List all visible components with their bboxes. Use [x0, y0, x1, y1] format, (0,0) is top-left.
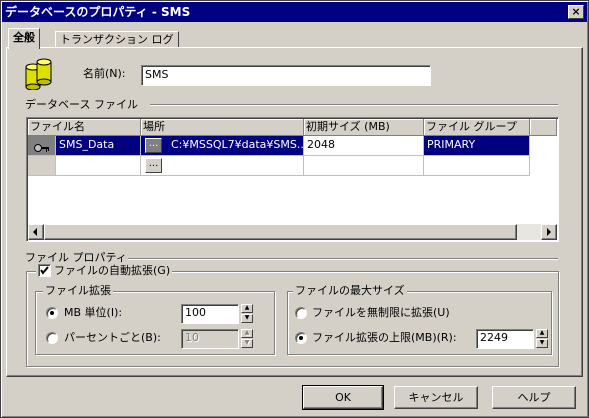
growth-mb-down-icon[interactable]: ▼ — [241, 314, 253, 323]
maxsize-unrestricted-radio[interactable] — [295, 307, 307, 319]
column-header-initial-size[interactable]: 初期サイズ (MB) — [304, 119, 424, 136]
horizontal-scrollbar[interactable] — [28, 224, 557, 240]
scroll-left-icon[interactable] — [28, 224, 44, 240]
cell-initial-size[interactable]: 2048 — [304, 136, 424, 156]
growth-mb-radio[interactable] — [46, 307, 58, 319]
autogrow-label: ファイルの自動拡張(G) — [54, 264, 171, 277]
ok-button[interactable]: OK — [302, 385, 384, 410]
tab-general[interactable]: 全般 — [8, 28, 40, 49]
name-field[interactable]: SMS — [141, 65, 431, 86]
close-icon[interactable]: × — [568, 5, 584, 19]
table-row[interactable]: SMS_Data ... C:¥MSSQL7¥data¥SMS... 2048 … — [28, 136, 557, 156]
name-label: 名前(N): — [83, 67, 126, 80]
cell-location-text: C:¥MSSQL7¥data¥SMS... — [171, 138, 304, 151]
section-divider — [150, 104, 558, 106]
tab-transaction-log[interactable]: トランザクション ログ — [55, 31, 179, 48]
browse-button[interactable]: ... — [145, 138, 162, 153]
section-divider — [128, 258, 558, 260]
growth-mb-input[interactable]: 100 — [181, 304, 239, 324]
growth-mb-label: MB 単位(I): — [64, 306, 123, 319]
file-properties-label: ファイル プロパティ — [25, 251, 127, 264]
column-header-filegroup-label: ファイル グループ — [426, 120, 517, 133]
column-header-filename[interactable]: ファイル名 — [28, 119, 141, 136]
browse-button[interactable]: ... — [145, 158, 162, 173]
maxsize-down-icon[interactable]: ▼ — [536, 339, 548, 348]
table-row[interactable]: ... — [28, 156, 557, 176]
database-files-grid: ファイル名 場所 初期サイズ (MB) ファイル グループ SMS_Data .… — [26, 117, 559, 242]
maxsize-restricted-input[interactable]: 2249 — [476, 329, 534, 349]
scrollbar-thumb[interactable] — [44, 224, 517, 240]
tab-transaction-log-label: トランザクション ログ — [60, 33, 174, 46]
growth-group-label: ファイル拡張 — [43, 284, 113, 297]
growth-percent-label: パーセントごと(B): — [64, 331, 161, 344]
tab-general-label: 全般 — [13, 31, 35, 44]
maxsize-restricted-radio[interactable] — [295, 332, 307, 344]
growth-mb-up-icon[interactable]: ▲ — [241, 304, 253, 313]
maxsize-unrestricted-label: ファイルを無制限に拡張(U) — [312, 306, 450, 319]
maxsize-group-label: ファイルの最大サイズ — [293, 284, 407, 297]
column-header-filegroup[interactable]: ファイル グループ — [424, 119, 530, 136]
key-icon — [34, 141, 50, 155]
maxsize-up-icon[interactable]: ▲ — [536, 329, 548, 338]
row-indicator — [28, 136, 56, 156]
cell-filename[interactable]: SMS_Data — [56, 136, 141, 156]
cell-initial-size-empty[interactable] — [304, 156, 424, 176]
title-bar[interactable]: データベースのプロパティ - SMS × — [2, 2, 587, 22]
column-header-filename-label: ファイル名 — [30, 120, 85, 133]
column-header-filler — [530, 119, 557, 136]
scroll-right-icon[interactable] — [541, 224, 557, 240]
column-header-location[interactable]: 場所 — [141, 119, 304, 136]
autogrow-checkbox[interactable]: ファイルの自動拡張(G) — [36, 264, 173, 278]
row-indicator — [28, 156, 56, 176]
maxsize-restricted-label: ファイル拡張の上限(MB)(R): — [312, 331, 457, 344]
cell-location-empty[interactable]: ... — [141, 156, 304, 176]
window-title: データベースのプロパティ - SMS — [5, 5, 191, 19]
growth-percent-input[interactable]: 10 — [181, 329, 239, 349]
growth-groupbox — [35, 291, 275, 355]
column-header-location-label: 場所 — [143, 120, 165, 133]
growth-percent-up-icon[interactable]: ▲ — [241, 329, 253, 338]
growth-percent-down-icon[interactable]: ▼ — [241, 339, 253, 348]
help-button[interactable]: ヘルプ — [492, 386, 576, 409]
growth-percent-radio[interactable] — [46, 332, 58, 344]
column-header-initial-size-label: 初期サイズ (MB) — [306, 120, 390, 133]
database-icon — [24, 58, 54, 91]
cell-filegroup-empty[interactable] — [424, 156, 530, 176]
cancel-button[interactable]: キャンセル — [394, 386, 478, 409]
cell-filename-empty[interactable] — [56, 156, 141, 176]
cell-filegroup[interactable]: PRIMARY — [424, 136, 530, 156]
database-files-label: データベース ファイル — [25, 98, 138, 111]
autogrow-check-box[interactable] — [38, 264, 51, 277]
cell-location[interactable]: ... C:¥MSSQL7¥data¥SMS... — [141, 136, 304, 156]
